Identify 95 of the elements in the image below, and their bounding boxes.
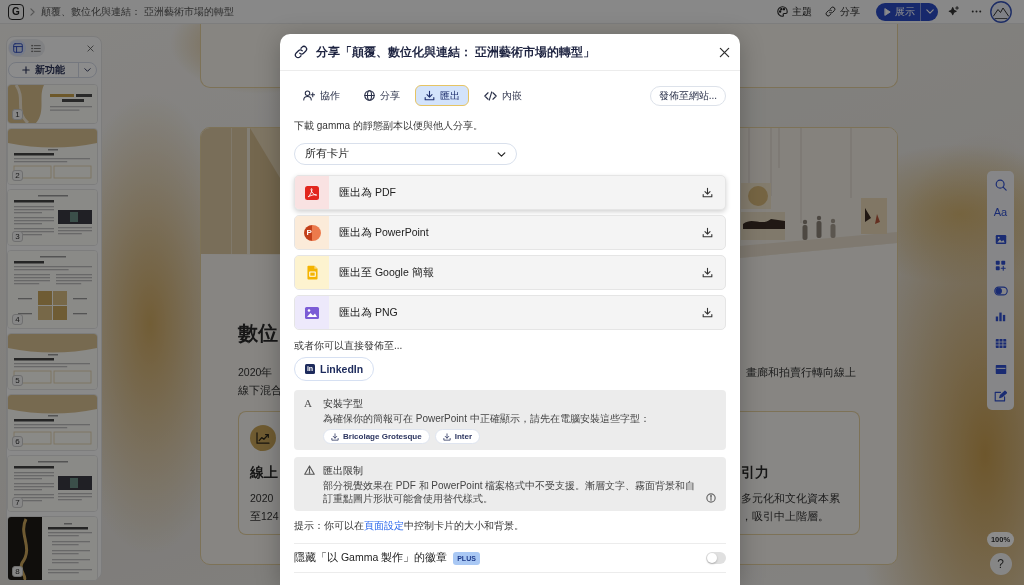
tab[interactable]: 匯出 bbox=[415, 85, 469, 106]
slide-paragraph: 畫廊和拍賣行轉向線上 bbox=[745, 365, 856, 380]
slide-thumbnail[interactable]: 3 bbox=[7, 189, 98, 246]
slide-number: 4 bbox=[12, 314, 23, 325]
caret-icon bbox=[497, 151, 506, 157]
caret-icon[interactable] bbox=[84, 68, 91, 72]
new-button[interactable]: 新功能 bbox=[9, 63, 78, 77]
download-icon bbox=[442, 432, 451, 441]
pdf-icon bbox=[305, 185, 319, 200]
tab[interactable]: 內嵌 bbox=[475, 85, 531, 106]
slide-thumbnail[interactable]: 8 bbox=[7, 516, 98, 581]
image-icon bbox=[304, 305, 320, 320]
font-download-button[interactable]: Inter bbox=[434, 429, 481, 444]
slide-number: 7 bbox=[12, 497, 23, 508]
download-icon bbox=[702, 187, 713, 198]
export-option-button[interactable]: P 匯出為 PowerPoint bbox=[294, 215, 726, 250]
link-icon bbox=[825, 6, 836, 17]
bar-chart-icon[interactable] bbox=[995, 311, 1006, 323]
person-plus-icon bbox=[303, 90, 315, 101]
slide-thumbnail[interactable]: 7 bbox=[7, 455, 98, 512]
present-button[interactable]: 展示 bbox=[884, 4, 915, 19]
slide-number: 5 bbox=[12, 375, 23, 386]
slide-thumbnail[interactable]: 2 bbox=[7, 128, 98, 185]
card-text: 2020 至124 bbox=[250, 491, 280, 524]
sparkle-icon[interactable] bbox=[948, 6, 959, 17]
download-icon bbox=[702, 227, 713, 238]
slide-thumbnail[interactable]: 5 bbox=[7, 333, 98, 390]
notice-text: 為確保你的簡報可在 PowerPoint 中正確顯示，請先在電腦安裝這些字型： bbox=[323, 412, 651, 425]
card-title: 線上 bbox=[250, 464, 279, 482]
slide-heading: 數位 bbox=[238, 321, 279, 345]
card-text: 多元化和文化資本累 ，吸引中上階層。 bbox=[741, 491, 841, 524]
slide-thumbnail[interactable]: 6 bbox=[7, 394, 98, 451]
code-icon bbox=[484, 90, 497, 101]
avatar-icon[interactable] bbox=[990, 0, 1012, 23]
help-button[interactable]: ? bbox=[989, 553, 1012, 575]
slide-thumbnail[interactable]: 4 bbox=[7, 250, 98, 329]
badge-setting-label: 隱藏「以 Gamma 製作」的徽章 bbox=[294, 551, 448, 565]
toggle-icon[interactable] bbox=[993, 286, 1008, 296]
list-view-icon bbox=[30, 43, 41, 53]
tab[interactable]: 分享 bbox=[355, 85, 409, 106]
notice-title: 匯出限制 bbox=[323, 464, 364, 477]
notice-title: 安裝字型 bbox=[323, 397, 364, 410]
tab[interactable]: 協作 bbox=[294, 85, 349, 106]
theme-button[interactable]: 主題 bbox=[777, 2, 812, 21]
export-option-button[interactable]: 匯出為 PDF bbox=[294, 175, 726, 210]
export-option-button[interactable]: 匯出至 Google 簡報 bbox=[294, 255, 726, 290]
warning-icon bbox=[304, 465, 315, 475]
play-icon bbox=[884, 7, 891, 16]
slide-paragraph: 2020年 線下混合 bbox=[238, 365, 280, 398]
slide-number: 2 bbox=[12, 170, 23, 181]
dialog-description: 下載 gamma 的靜態副本以便與他人分享。 bbox=[294, 119, 484, 133]
grid-view-icon bbox=[12, 43, 23, 53]
info-icon[interactable] bbox=[706, 493, 716, 503]
font-icon: A bbox=[304, 397, 323, 444]
publish-label: 或者你可以直接發佈至... bbox=[294, 339, 404, 353]
image-icon[interactable] bbox=[994, 233, 1007, 245]
download-icon bbox=[331, 432, 339, 441]
slide-number: 8 bbox=[12, 566, 23, 577]
slide-number: 1 bbox=[12, 109, 23, 120]
apps-plus-icon[interactable] bbox=[995, 259, 1006, 271]
search-icon[interactable] bbox=[994, 179, 1007, 191]
dialog-title: 分享「顛覆、數位化與連結： 亞洲藝術市場的轉型」 bbox=[316, 44, 596, 60]
table-icon[interactable] bbox=[994, 337, 1007, 349]
edit-icon[interactable] bbox=[994, 390, 1007, 402]
layout-icon[interactable] bbox=[994, 363, 1007, 375]
publish-site-button[interactable]: 發佈至網站... bbox=[649, 85, 726, 106]
powerpoint-logo: P bbox=[303, 224, 321, 241]
close-icon[interactable] bbox=[719, 46, 730, 58]
slides-icon bbox=[306, 265, 318, 280]
plus-icon bbox=[22, 66, 30, 74]
font-download-button[interactable]: Bricolage Grotesque bbox=[323, 429, 430, 444]
download-icon bbox=[702, 307, 713, 318]
hint-text: 提示：你可以在頁面設定中控制卡片的大小和背景。 bbox=[294, 519, 525, 533]
download-icon bbox=[424, 90, 435, 101]
slide-number: 6 bbox=[12, 436, 23, 447]
card-title: 引力 bbox=[741, 464, 770, 482]
share-button[interactable]: 分享 bbox=[825, 2, 860, 21]
slide-number: 3 bbox=[12, 231, 23, 242]
notice-text: 部分視覺效果在 PDF 和 PowerPoint 檔案格式中不受支援。漸層文字、霧面背景和自訂重點圖片形狀可能會使用替代樣式。 bbox=[323, 479, 697, 505]
page-settings-link[interactable]: 頁面設定 bbox=[364, 520, 404, 531]
export-option-button[interactable]: 匯出為 PNG bbox=[294, 295, 726, 330]
text-style-button[interactable]: Aa bbox=[993, 206, 1008, 219]
card-select[interactable]: 所有卡片 bbox=[294, 143, 517, 165]
chevron-right-icon bbox=[30, 7, 35, 16]
toggle-switch[interactable] bbox=[706, 552, 726, 564]
link-icon bbox=[294, 45, 308, 59]
app-logo[interactable]: G bbox=[8, 3, 24, 20]
palette-icon bbox=[777, 6, 788, 17]
view-button[interactable] bbox=[9, 40, 26, 56]
trend-chart-icon bbox=[250, 425, 276, 451]
slide-thumbnail[interactable]: 1 bbox=[7, 84, 98, 124]
more-icon[interactable] bbox=[971, 10, 982, 13]
download-icon bbox=[702, 267, 713, 278]
breadcrumb-title[interactable]: 顛覆、數位化與連結： 亞洲藝術市場的轉型 bbox=[41, 4, 234, 19]
globe-icon bbox=[364, 90, 375, 101]
